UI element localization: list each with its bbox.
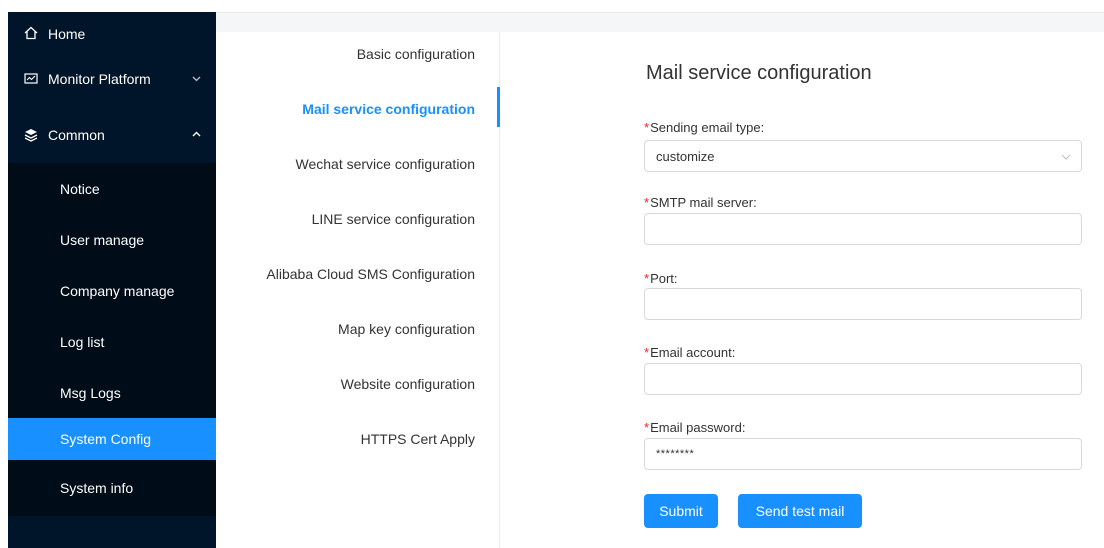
port-input[interactable] <box>644 288 1082 320</box>
sidebar-item-system-info[interactable]: System info <box>8 460 216 516</box>
sidebar-item-label: Home <box>48 26 86 42</box>
email-type-value: customize <box>656 148 715 164</box>
sidebar-item-log-list[interactable]: Log list <box>8 316 216 367</box>
config-nav-item-basic[interactable]: Basic configuration <box>357 46 475 62</box>
email-type-select[interactable]: customize <box>644 140 1082 172</box>
sidebar-item-system-config[interactable]: System Config <box>8 418 216 460</box>
content-top-band <box>216 13 1104 32</box>
config-nav-item-map-key[interactable]: Map key configuration <box>338 321 475 337</box>
smtp-server-input[interactable] <box>644 213 1082 245</box>
sidebar-item-label: System info <box>60 480 134 496</box>
sidebar-item-label: Common <box>48 126 105 143</box>
send-test-mail-button[interactable]: Send test mail <box>738 494 862 528</box>
email-password-label: *Email password: <box>644 420 746 435</box>
required-mark: * <box>644 195 650 210</box>
email-account-label: *Email account: <box>644 345 736 360</box>
sidebar-item-common[interactable]: Common <box>8 106 216 163</box>
required-mark: * <box>644 345 650 360</box>
required-mark: * <box>644 420 650 435</box>
sidebar-item-notice[interactable]: Notice <box>8 163 216 214</box>
config-nav-item-line[interactable]: LINE service configuration <box>312 211 475 227</box>
smtp-server-label: *SMTP mail server: <box>644 195 757 210</box>
config-nav-item-wechat[interactable]: Wechat service configuration <box>296 156 476 172</box>
chevron-down-icon <box>192 74 216 85</box>
port-label: *Port: <box>644 271 678 286</box>
config-nav-item-website[interactable]: Website configuration <box>341 376 475 392</box>
config-nav-item-mail[interactable]: Mail service configuration <box>302 101 475 117</box>
form-title: Mail service configuration <box>646 62 872 84</box>
sidebar-item-label: User manage <box>60 231 145 248</box>
config-nav-item-alibaba-sms[interactable]: Alibaba Cloud SMS Configuration <box>266 266 475 282</box>
password-value: ******** <box>656 448 695 460</box>
monitor-icon <box>24 72 38 86</box>
email-password-input[interactable]: ******** <box>644 438 1082 470</box>
sidebar-item-label: Notice <box>60 180 100 197</box>
home-icon <box>24 26 38 40</box>
sidebar-item-monitor-platform[interactable]: Monitor Platform <box>8 52 216 106</box>
sidebar-submenu: Notice User manage Company manage Log li… <box>8 163 216 516</box>
sidebar-item-label: Monitor Platform <box>48 71 151 87</box>
sidebar-item-msg-logs[interactable]: Msg Logs <box>8 367 216 418</box>
config-nav: Basic configuration Mail service configu… <box>236 32 500 548</box>
submit-button[interactable]: Submit <box>644 494 718 528</box>
chevron-down-icon <box>1061 150 1071 160</box>
chevron-up-icon <box>192 129 216 140</box>
sidebar-item-label: System Config <box>60 431 152 447</box>
email-type-label: *Sending email type: <box>644 120 765 135</box>
sidebar: Home Monitor Platform Common Notice User… <box>8 12 216 548</box>
config-nav-item-https-cert[interactable]: HTTPS Cert Apply <box>361 431 475 447</box>
sidebar-item-label: Msg Logs <box>60 384 121 401</box>
sidebar-item-company-manage[interactable]: Company manage <box>8 265 216 316</box>
layers-icon <box>24 128 38 142</box>
email-account-input[interactable] <box>644 363 1082 395</box>
required-mark: * <box>644 120 650 135</box>
sidebar-item-label: Company manage <box>60 282 175 299</box>
sidebar-item-label: Log list <box>60 333 105 350</box>
sidebar-item-user-manage[interactable]: User manage <box>8 214 216 265</box>
required-mark: * <box>644 271 650 286</box>
sidebar-item-home[interactable]: Home <box>8 12 216 52</box>
